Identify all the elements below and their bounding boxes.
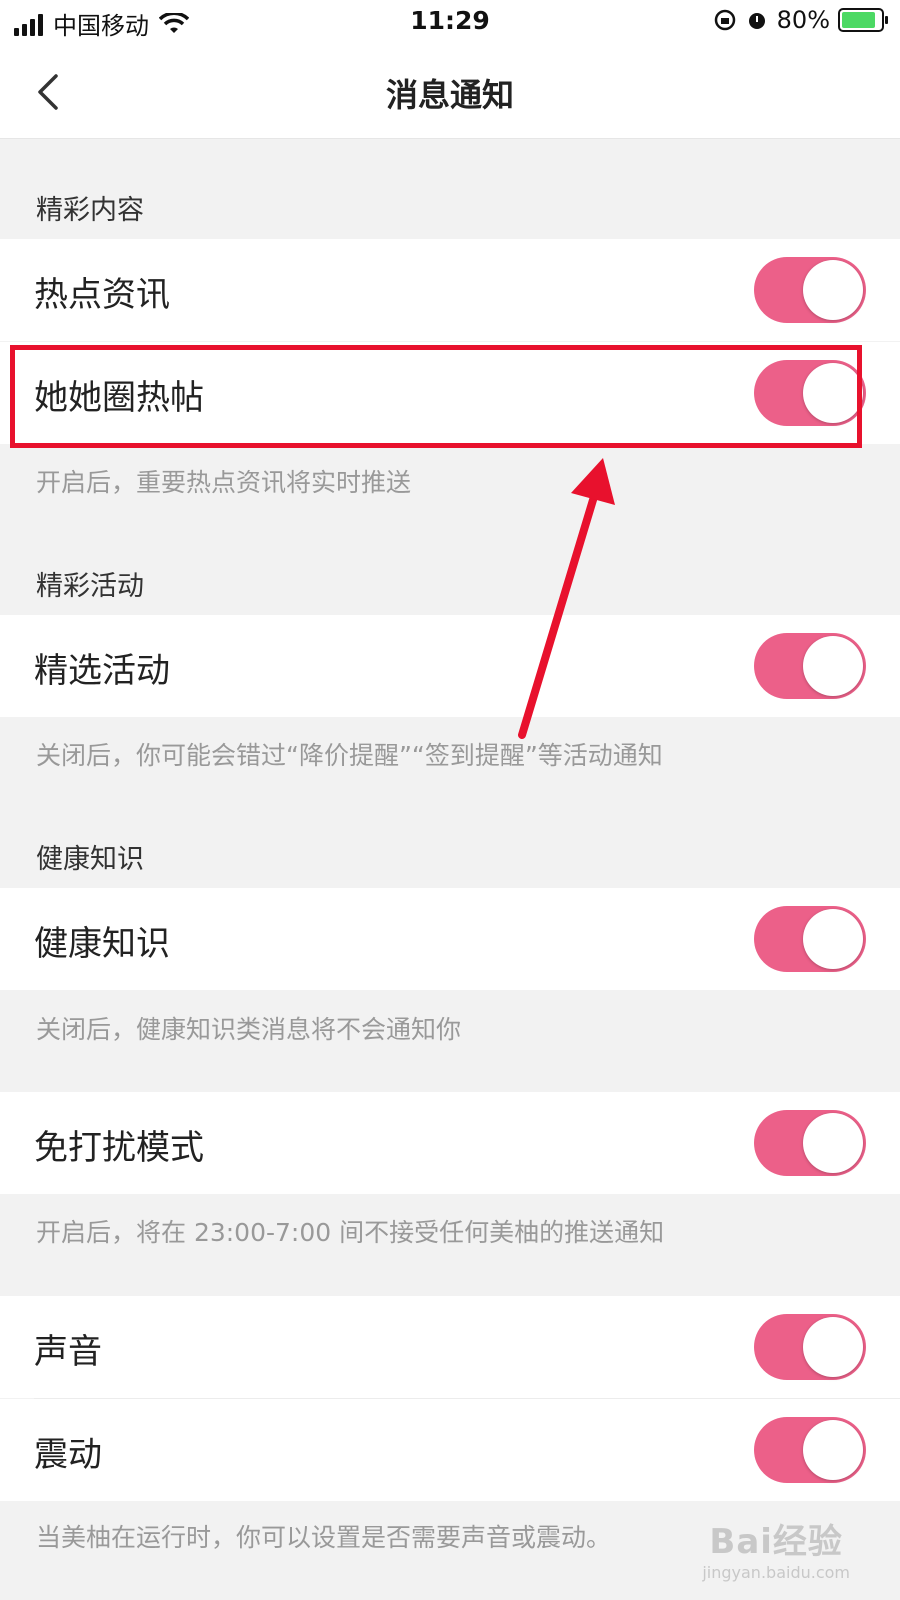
health-knowledge-toggle[interactable]: [754, 906, 866, 972]
section-label-activity: 精彩活动: [36, 571, 144, 602]
status-bar: 中国移动 11:29 80%: [0, 0, 900, 44]
section-label-health: 健康知识: [36, 844, 144, 875]
setting-row-dnd: 免打扰模式: [0, 1092, 900, 1194]
status-right: 80%: [713, 6, 888, 34]
sound-toggle[interactable]: [754, 1314, 866, 1380]
nav-bar: 消息通知: [0, 44, 900, 139]
setting-row-sound: 声音: [0, 1296, 900, 1398]
setting-row-selected-activities: 精选活动: [0, 615, 900, 717]
watermark-url: jingyan.baidu.com: [702, 1563, 850, 1582]
dnd-mode-toggle[interactable]: [754, 1110, 866, 1176]
vibrate-toggle[interactable]: [754, 1417, 866, 1483]
hint-content: 开启后，重要热点资讯将实时推送: [36, 468, 412, 497]
row-label: 震动: [34, 1435, 102, 1475]
setting-row-health-knowledge: 健康知识: [0, 888, 900, 990]
watermark: Bai经验 jingyan.baidu.com: [702, 1514, 850, 1582]
setting-row-hot-news: 热点资讯: [0, 239, 900, 341]
highlight-box: [10, 345, 862, 448]
row-label: 免打扰模式: [34, 1128, 204, 1168]
section-label-content: 精彩内容: [36, 195, 144, 226]
selected-activities-toggle[interactable]: [754, 633, 866, 699]
setting-row-vibrate: 震动: [0, 1399, 900, 1501]
battery-charging-icon: [838, 8, 888, 32]
rotation-lock-icon: [714, 9, 735, 31]
watermark-logo: Bai经验: [709, 1522, 843, 1562]
row-label: 健康知识: [34, 924, 170, 964]
page-title: 消息通知: [385, 76, 514, 114]
alarm-icon: [748, 13, 765, 29]
hot-news-toggle[interactable]: [754, 257, 866, 323]
battery-percent: 80%: [776, 6, 830, 34]
hint-activity: 关闭后，你可能会错过“降价提醒”“签到提醒”等活动通知: [36, 741, 663, 770]
row-label: 精选活动: [34, 651, 170, 691]
hint-dnd: 开启后，将在 23:00-7:00 间不接受任何美柚的推送通知: [36, 1218, 665, 1247]
hint-sound: 当美柚在运行时，你可以设置是否需要声音或震动。: [36, 1523, 612, 1552]
hint-health: 关闭后，健康知识类消息将不会通知你: [36, 1015, 462, 1044]
row-label: 声音: [34, 1332, 102, 1372]
row-label: 热点资讯: [34, 275, 170, 315]
